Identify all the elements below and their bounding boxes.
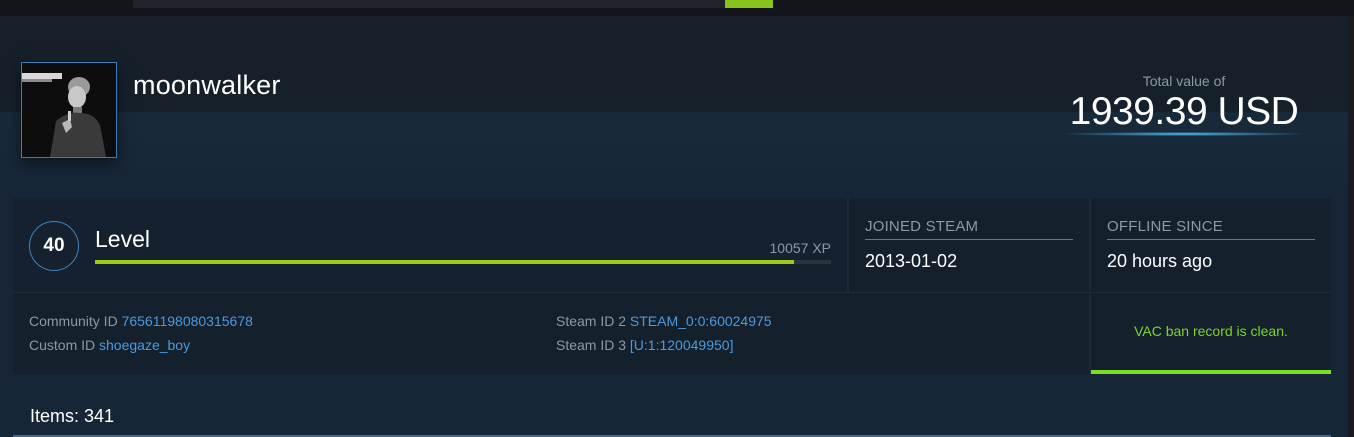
search-input[interactable] <box>133 0 725 8</box>
joined-steam-value: 2013-01-02 <box>865 251 958 271</box>
vac-status-bar <box>1091 370 1331 374</box>
xp-progress-bar <box>95 260 831 264</box>
xp-progress-fill <box>95 260 795 264</box>
total-value-amount: 1939.39 USD <box>1069 90 1299 133</box>
xp-text: 10057 XP <box>769 240 832 256</box>
profile-username: moonwalker <box>133 70 281 100</box>
total-value-label: Total value of <box>1142 73 1226 89</box>
joined-steam-title: JOINED STEAM <box>865 218 979 235</box>
avatar-image <box>22 63 116 157</box>
steam-id-3-link[interactable]: [U:1:120049950] <box>630 337 734 353</box>
offline-since-title: OFFLINE SINCE <box>1107 218 1223 235</box>
offline-since-underline <box>1107 239 1315 240</box>
steam-id-3-row: Steam ID 3 [U:1:120049950] <box>556 337 733 353</box>
divider <box>847 198 849 292</box>
page-edge <box>1348 16 1354 437</box>
steam-id-3-label: Steam ID 3 <box>556 337 627 353</box>
level-badge: 40 <box>29 221 79 271</box>
offline-since-value: 20 hours ago <box>1107 251 1213 271</box>
vac-status-text: VAC ban record is clean. <box>1134 323 1288 339</box>
joined-steam-underline <box>865 239 1073 240</box>
custom-id-label: Custom ID <box>29 337 96 353</box>
level-label: Level <box>95 226 150 252</box>
search-button[interactable] <box>725 0 773 8</box>
custom-id-row: Custom ID shoegaze_boy <box>29 337 190 353</box>
steam-id-2-label: Steam ID 2 <box>556 313 627 329</box>
custom-id-link[interactable]: shoegaze_boy <box>99 337 190 353</box>
community-id-link[interactable]: 76561198080315678 <box>122 313 253 329</box>
avatar[interactable] <box>21 62 117 158</box>
items-count: Items: 341 <box>30 406 115 426</box>
total-value-glow <box>1066 132 1302 136</box>
steam-id-2-link[interactable]: STEAM_0:0:60024975 <box>630 313 772 329</box>
community-id-row: Community ID 76561198080315678 <box>29 313 253 329</box>
steam-id-2-row: Steam ID 2 STEAM_0:0:60024975 <box>556 313 772 329</box>
community-id-label: Community ID <box>29 313 118 329</box>
